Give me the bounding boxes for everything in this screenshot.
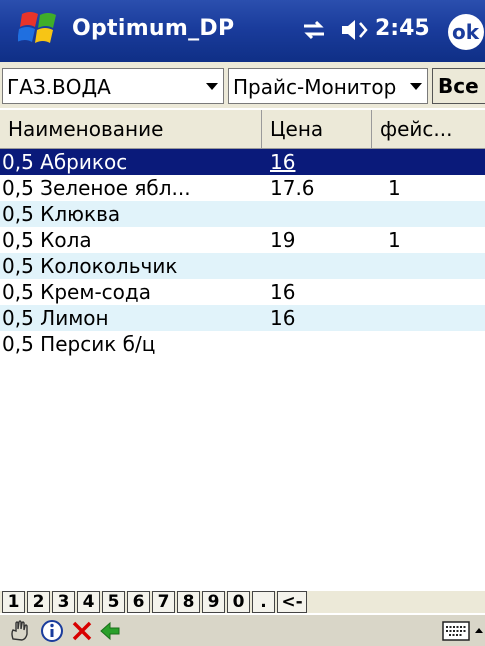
chevron-down-icon[interactable]	[201, 69, 223, 103]
key-2[interactable]: 2	[27, 591, 50, 613]
table-row[interactable]: 0,5 Колокольчик	[0, 253, 485, 279]
cell-price	[270, 201, 370, 227]
info-icon[interactable]	[40, 619, 64, 643]
cell-name: 0,5 Колокольчик	[2, 254, 178, 278]
chevron-down-icon[interactable]	[405, 69, 427, 103]
cell-price	[270, 253, 370, 279]
key-6[interactable]: 6	[127, 591, 150, 613]
cell-price: 16	[270, 150, 296, 174]
pricelist-select[interactable]: Прайс-Монитор	[228, 68, 428, 104]
cell-faces	[388, 201, 478, 227]
product-table[interactable]: 0,5 Абрикос 16 0,5 Зеленое ябл... 17.6 1…	[0, 149, 485, 586]
key-backspace[interactable]: <-	[277, 591, 307, 613]
cell-name: 0,5 Персик б/ц	[2, 332, 156, 356]
all-button[interactable]: Все	[432, 68, 485, 104]
cell-name: 0,5 Клюква	[2, 202, 121, 226]
table-row[interactable]: 0,5 Крем-сода 16	[0, 279, 485, 305]
key-3[interactable]: 3	[52, 591, 75, 613]
cell-price: 19	[270, 228, 296, 252]
key-9[interactable]: 9	[202, 591, 225, 613]
cell-faces	[388, 253, 478, 279]
column-header-price[interactable]: Цена	[262, 110, 372, 148]
table-row[interactable]: 0,5 Клюква	[0, 201, 485, 227]
back-arrow-icon[interactable]	[98, 619, 122, 643]
app-title: Optimum_DP	[72, 16, 235, 41]
category-value: ГАЗ.ВОДА	[7, 75, 111, 99]
hand-icon[interactable]	[8, 619, 32, 643]
table-row[interactable]: 0,5 Зеленое ябл... 17.6 1	[0, 175, 485, 201]
pricelist-value: Прайс-Монитор	[233, 75, 397, 99]
cell-name: 0,5 Лимон	[2, 306, 109, 330]
numeric-keypad: 1 2 3 4 5 6 7 8 9 0 . <-	[0, 591, 485, 613]
cell-price: 16	[270, 280, 296, 304]
volume-icon[interactable]	[340, 17, 370, 43]
key-0[interactable]: 0	[227, 591, 250, 613]
windows-start-icon[interactable]	[18, 8, 62, 50]
cell-faces	[388, 305, 478, 331]
cell-price	[270, 331, 370, 357]
delete-icon[interactable]	[70, 619, 94, 643]
ok-button[interactable]: ok	[448, 14, 484, 50]
connectivity-icon[interactable]	[300, 18, 328, 42]
bottom-toolbar	[0, 614, 485, 646]
chevron-up-icon[interactable]	[474, 625, 484, 637]
key-1[interactable]: 1	[2, 591, 25, 613]
column-header-name[interactable]: Наименование	[0, 110, 262, 148]
cell-faces: 1	[388, 228, 401, 252]
category-select[interactable]: ГАЗ.ВОДА	[2, 68, 224, 104]
cell-price: 16	[270, 306, 296, 330]
cell-faces	[388, 331, 478, 357]
table-row[interactable]: 0,5 Абрикос 16	[0, 149, 485, 175]
cell-faces	[388, 149, 478, 175]
cell-name: 0,5 Зеленое ябл...	[2, 176, 191, 200]
key-5[interactable]: 5	[102, 591, 125, 613]
cell-faces	[388, 279, 478, 305]
cell-name: 0,5 Крем-сода	[2, 280, 151, 304]
key-4[interactable]: 4	[77, 591, 100, 613]
key-7[interactable]: 7	[152, 591, 175, 613]
cell-faces: 1	[388, 176, 401, 200]
filter-bar: ГАЗ.ВОДА Прайс-Монитор Все	[0, 62, 485, 108]
title-bar: Optimum_DP 2:45 ok	[0, 0, 485, 62]
cell-price: 17.6	[270, 176, 315, 200]
table-row[interactable]: 0,5 Лимон 16	[0, 305, 485, 331]
column-header-faces[interactable]: фейс...	[372, 110, 485, 148]
table-header: Наименование Цена фейс...	[0, 110, 485, 149]
cell-name: 0,5 Кола	[2, 228, 92, 252]
key-8[interactable]: 8	[177, 591, 200, 613]
table-row[interactable]: 0,5 Кола 19 1	[0, 227, 485, 253]
table-row[interactable]: 0,5 Персик б/ц	[0, 331, 485, 357]
keyboard-icon[interactable]	[442, 621, 470, 641]
key-dot[interactable]: .	[252, 591, 275, 613]
clock[interactable]: 2:45	[375, 16, 430, 41]
cell-name: 0,5 Абрикос	[2, 150, 128, 174]
